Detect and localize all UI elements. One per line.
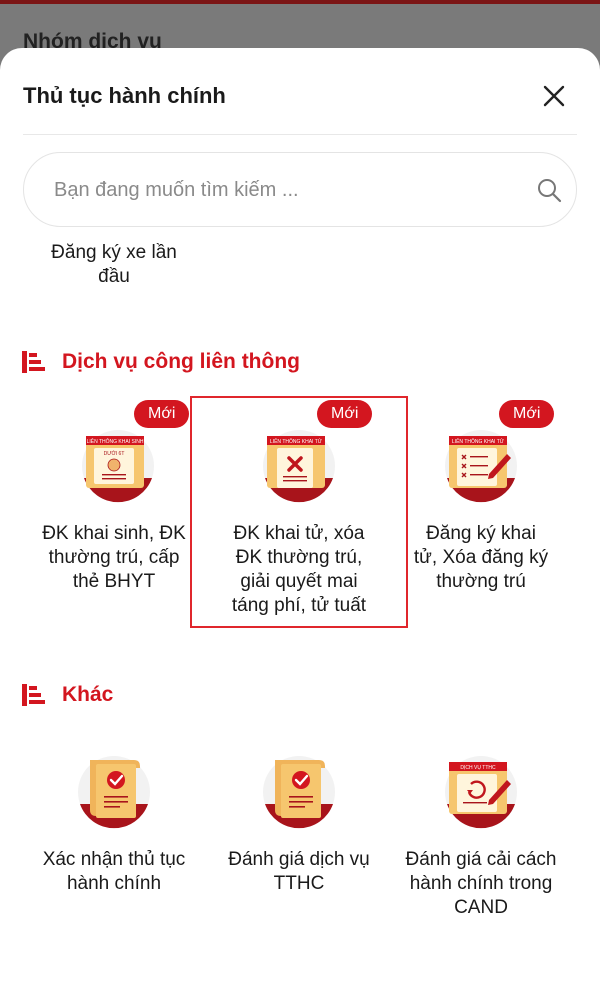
reform-rating-icon: DỊCH VỤ TTHC — [445, 756, 517, 829]
service-label-line: ĐK khai sinh, ĐK — [42, 523, 186, 544]
section-header-khac: Khác — [22, 680, 113, 710]
death-deregistration-icon: LIÊN THÔNG KHAI TỬ — [445, 430, 517, 503]
status-bar-strip — [0, 0, 600, 4]
service-tile-khai-sinh[interactable]: Mới LIÊN THÔNG KHAI SINH DƯỚI 6T ĐK khai… — [14, 400, 214, 600]
header-divider — [23, 134, 577, 135]
art-caption: LIÊN THÔNG KHAI SINH — [87, 437, 144, 445]
service-item-partial[interactable]: Đăng ký xe lần đầu — [30, 241, 198, 289]
service-label: Đánh giá dịch vụ TTHC — [199, 848, 399, 896]
service-label-line: Đánh giá dịch vụ — [228, 849, 370, 870]
service-label-line: Đăng ký xe lần — [51, 242, 177, 263]
service-label: ĐK khai sinh, ĐK thường trú, cấp thẻ BHY… — [14, 522, 214, 594]
service-label: Đánh giá cải cách hành chính trong CAND — [381, 848, 581, 920]
service-label-line: thẻ BHYT — [72, 571, 156, 592]
service-label: Xác nhận thủ tục hành chính — [14, 848, 214, 896]
search-bar[interactable] — [23, 152, 577, 227]
section-title: Khác — [62, 683, 114, 706]
rate-service-icon — [263, 756, 335, 829]
service-label-line: hành chính trong — [409, 873, 553, 894]
art-sub-caption: DƯỚI 6T — [104, 450, 125, 457]
service-label-line: Đánh giá cải cách — [405, 849, 557, 870]
service-label: Đăng ký khai tử, Xóa đăng ký thường trú — [381, 522, 581, 594]
list-icon — [22, 684, 45, 706]
service-label-line: thường trú, cấp — [48, 547, 180, 568]
new-badge: Mới — [499, 400, 555, 428]
section-title: Dịch vụ công liên thông — [62, 350, 300, 373]
service-tile-xac-nhan[interactable]: Xác nhận thủ tục hành chính — [14, 754, 214, 934]
service-label-line: Đăng ký khai — [426, 523, 536, 544]
service-label-line: CAND — [454, 897, 508, 918]
service-tile-xoa-thuong-tru[interactable]: Mới LIÊN THÔNG KHAI TỬ Đăng ký khai tử, … — [381, 400, 581, 600]
birth-registration-icon: LIÊN THÔNG KHAI SINH DƯỚI 6T — [82, 430, 154, 503]
confirm-procedure-icon — [78, 756, 150, 829]
sheet-title: Thủ tục hành chính — [23, 83, 226, 108]
service-label-line: tử, Xóa đăng ký — [413, 547, 549, 568]
selected-tile-highlight — [190, 396, 408, 628]
service-tile-cai-cach-hanh-chinh[interactable]: DỊCH VỤ TTHC Đánh giá cải cách hành chín… — [381, 754, 581, 934]
bottom-sheet: Thủ tục hành chính Đăng ký xe lần đầu Dị… — [0, 48, 600, 997]
service-label-line: Xác nhận thủ tục — [42, 849, 186, 870]
list-icon — [22, 351, 45, 373]
search-icon[interactable] — [536, 177, 562, 203]
service-tile-danh-gia-tthc[interactable]: Đánh giá dịch vụ TTHC — [199, 754, 399, 934]
close-icon — [543, 85, 565, 107]
section-header-lien-thong: Dịch vụ công liên thông — [22, 347, 300, 377]
service-label-line: đầu — [98, 266, 130, 287]
close-button[interactable] — [536, 78, 572, 114]
new-badge: Mới — [134, 400, 190, 428]
art-caption: DỊCH VỤ TTHC — [460, 765, 496, 771]
search-input[interactable] — [54, 175, 524, 205]
service-label-line: thường trú — [436, 571, 526, 592]
service-label-line: hành chính — [66, 873, 162, 894]
art-caption: LIÊN THÔNG KHAI TỬ — [452, 437, 505, 445]
service-label-line: TTHC — [273, 873, 325, 894]
